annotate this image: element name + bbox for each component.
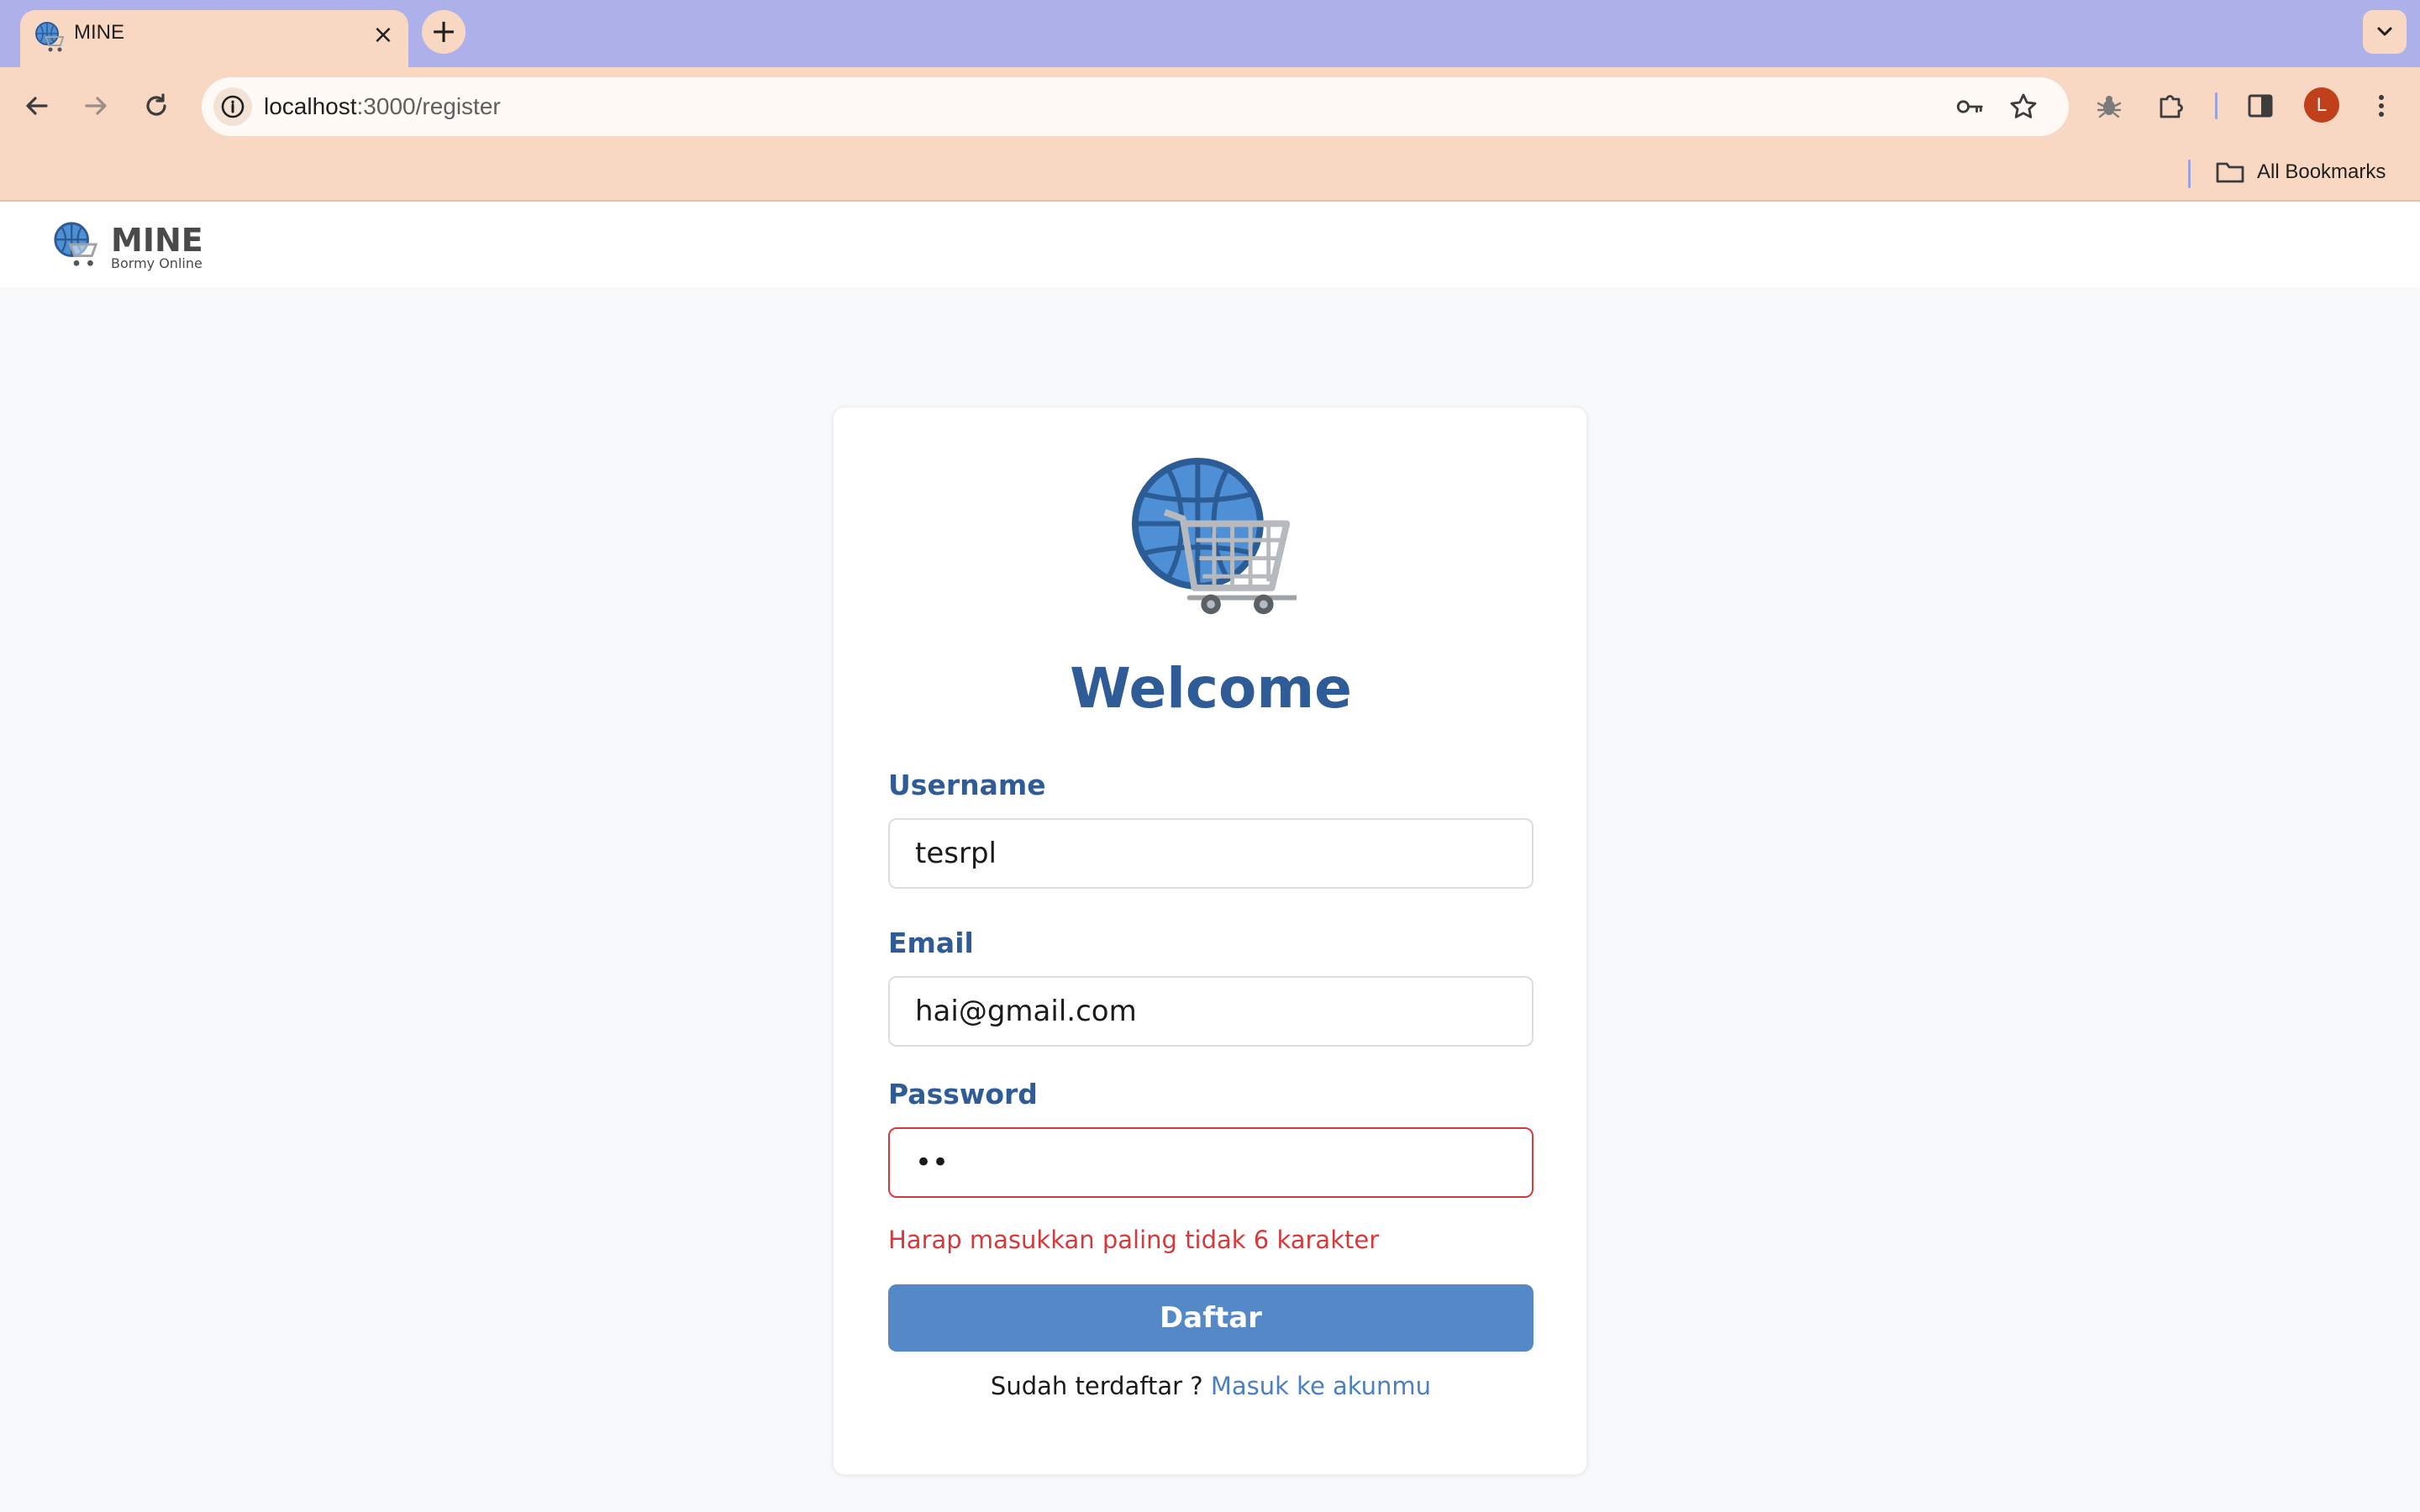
password-error-message: Harap masukkan paling tidak 6 karakter — [888, 1226, 1380, 1254]
back-button[interactable] — [15, 84, 59, 128]
address-bar[interactable]: localhost:3000/register — [202, 77, 2069, 136]
browser-tab[interactable]: MINE × — [20, 10, 408, 67]
reload-icon — [146, 93, 166, 116]
side-panel-icon — [2248, 94, 2273, 118]
forward-button[interactable] — [74, 84, 118, 128]
username-input[interactable] — [888, 818, 1534, 889]
url-text[interactable]: localhost:3000/register — [264, 77, 501, 136]
forward-icon — [85, 97, 107, 115]
url-path: :3000/register — [356, 93, 501, 119]
url-host: localhost — [264, 93, 357, 119]
site-info-icon — [221, 95, 245, 118]
password-key-button[interactable] — [1954, 92, 1985, 122]
bookmark-star-button[interactable] — [2008, 92, 2039, 122]
browser-toolbar: localhost:3000/register All Bookmarks — [0, 67, 2420, 202]
all-bookmarks-label: All Bookmarks — [2257, 160, 2386, 183]
star-icon — [2010, 93, 2037, 118]
password-label: Password — [888, 1078, 1038, 1110]
key-icon — [1956, 100, 1983, 113]
folder-icon — [2216, 162, 2244, 183]
brand-name: MINE — [111, 222, 203, 259]
bookmarks-separator — [2188, 160, 2191, 188]
tab-close-icon[interactable]: × — [368, 20, 398, 50]
password-input[interactable] — [888, 1127, 1534, 1198]
register-card: Welcome Username Email Password Harap ma… — [833, 407, 1587, 1475]
extensions-button[interactable] — [2149, 84, 2193, 128]
bug-icon — [2096, 96, 2122, 118]
all-bookmarks-button[interactable]: All Bookmarks — [2215, 155, 2386, 190]
side-panel-button[interactable] — [2238, 84, 2282, 128]
toolbar-separator — [2215, 92, 2217, 119]
email-input[interactable] — [888, 976, 1534, 1047]
extensions-icon — [2160, 95, 2183, 118]
chevron-down-icon — [2377, 27, 2392, 36]
browser-menu-button[interactable] — [2360, 84, 2403, 128]
site-info-button[interactable] — [213, 87, 252, 126]
profile-avatar[interactable]: L — [2304, 87, 2339, 123]
globe-cart-icon — [35, 22, 65, 52]
new-tab-button[interactable]: + — [422, 10, 466, 54]
register-button[interactable]: Daftar — [888, 1284, 1534, 1352]
page-title: Welcome — [1070, 656, 1352, 721]
tab-search-button[interactable] — [2363, 10, 2407, 54]
tab-strip: MINE × + — [0, 0, 2420, 67]
site-header: MINE Bormy Online — [0, 203, 2420, 287]
tab-title: MINE — [74, 21, 124, 44]
login-prompt: Sudah terdaftar ? Masuk ke akunmu — [834, 1372, 1588, 1400]
username-label: Username — [888, 769, 1046, 801]
extension-bug-button[interactable] — [2087, 84, 2131, 128]
globe-cart-icon — [54, 222, 98, 266]
more-icon — [2379, 95, 2384, 117]
back-icon — [26, 97, 48, 115]
login-link[interactable]: Masuk ke akunmu — [1211, 1372, 1431, 1400]
globe-cart-icon — [1132, 458, 1297, 615]
reload-button[interactable] — [134, 84, 178, 128]
email-label: Email — [888, 927, 974, 959]
login-prompt-text: Sudah terdaftar ? — [990, 1372, 1211, 1400]
brand-logo-link[interactable]: MINE Bormy Online — [52, 212, 220, 279]
brand-tagline: Bormy Online — [111, 255, 203, 271]
